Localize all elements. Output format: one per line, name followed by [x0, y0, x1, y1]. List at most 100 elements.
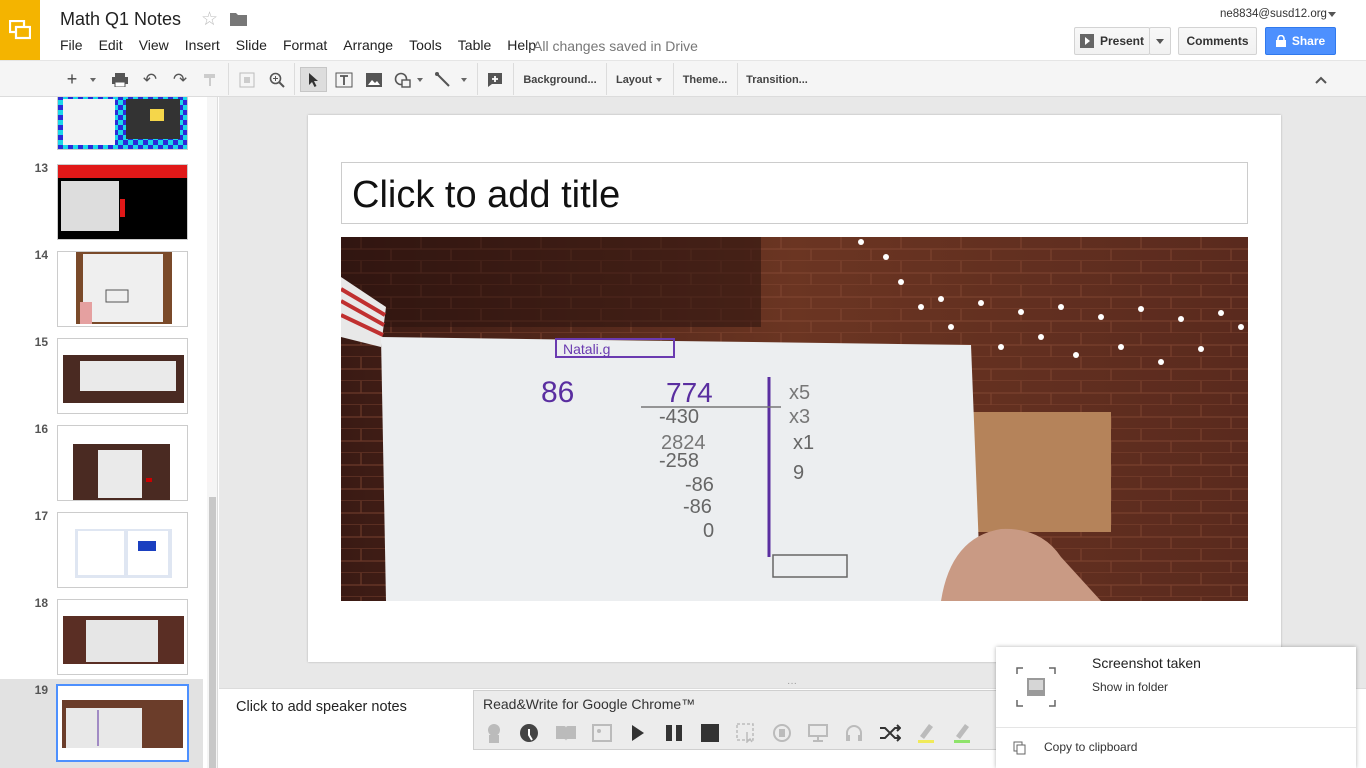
folder-icon[interactable] [230, 12, 247, 26]
picture-dictionary-icon[interactable] [584, 717, 620, 749]
audio-maker-icon[interactable] [764, 717, 800, 749]
account-email[interactable]: ne8834@susd12.org [1220, 8, 1327, 20]
share-label: Share [1291, 34, 1326, 48]
line-caret-icon[interactable] [458, 67, 470, 92]
menu-insert[interactable]: Insert [177, 37, 228, 53]
highlighter-green-icon[interactable] [944, 717, 980, 749]
redo-icon[interactable]: ↷ [168, 67, 192, 92]
notification-divider [996, 727, 1356, 728]
share-button[interactable]: Share [1265, 27, 1336, 55]
stop-icon[interactable] [692, 717, 728, 749]
toolbar-divider [606, 63, 607, 95]
notes-resize-handle[interactable]: ··· [787, 678, 797, 689]
menu-bar: File Edit View Insert Slide Format Arran… [52, 37, 544, 53]
readwrite-tools [476, 717, 996, 749]
present-label: Present [1099, 34, 1145, 48]
photo-divisor: 86 [541, 376, 574, 409]
copy-to-clipboard-button[interactable]: Copy to clipboard [1044, 740, 1137, 754]
menu-format[interactable]: Format [275, 37, 335, 53]
slide-number: 15 [34, 335, 48, 349]
web-search-icon[interactable] [800, 717, 836, 749]
slide-thumbnail-12[interactable] [57, 97, 188, 150]
pause-icon[interactable] [656, 717, 692, 749]
show-in-folder-link[interactable]: Show in folder [1092, 680, 1168, 694]
zoom-fit-icon[interactable] [235, 67, 259, 92]
new-slide-layout-caret-icon[interactable] [86, 67, 100, 92]
zoom-icon[interactable] [265, 67, 289, 92]
title-placeholder[interactable]: Click to add title [341, 162, 1248, 224]
slide-thumbnail-image [58, 165, 187, 239]
speak-icon[interactable] [512, 717, 548, 749]
account-caret-icon[interactable] [1328, 12, 1336, 17]
screenshot-reader-icon[interactable] [728, 717, 764, 749]
highlighter-yellow-icon[interactable] [908, 717, 944, 749]
slide-thumbnail-image [58, 97, 187, 149]
slide-number: 19 [34, 683, 48, 697]
menu-table[interactable]: Table [450, 37, 499, 53]
photo-name-sign: Natali.g [563, 341, 610, 357]
menu-slide[interactable]: Slide [228, 37, 275, 53]
toolbar: + ↶ ↷ Background... Layout Theme... Tran… [0, 60, 1366, 97]
filmstrip-scroll-thumb[interactable] [209, 497, 216, 768]
slide-number: 17 [34, 509, 48, 523]
slide-thumbnail-17[interactable] [57, 512, 188, 588]
slide-thumbnail-19[interactable] [56, 684, 189, 762]
slide-thumbnail-14[interactable] [57, 251, 188, 327]
menu-arrange[interactable]: Arrange [335, 37, 401, 53]
photo-side-note: 9 [793, 462, 804, 484]
slide-number: 14 [34, 248, 48, 262]
slides-app: Math Q1 Notes ☆ File Edit View Insert Sl… [0, 0, 1366, 768]
copy-icon [1013, 741, 1027, 755]
hover-speech-icon[interactable] [476, 717, 512, 749]
slide-filmstrip[interactable]: 13 14 15 16 17 18 19 [0, 97, 218, 768]
slide-number: 13 [34, 161, 48, 175]
present-options-button[interactable] [1149, 27, 1171, 55]
image-icon[interactable] [361, 67, 387, 92]
headphones-icon[interactable] [836, 717, 872, 749]
line-icon[interactable] [431, 67, 455, 92]
slide-thumbnail-18[interactable] [57, 599, 188, 675]
transition-button[interactable]: Transition... [742, 67, 812, 92]
text-box-icon[interactable] [331, 67, 357, 92]
toolbar-divider [737, 63, 738, 95]
print-icon[interactable] [108, 67, 132, 92]
chevron-down-icon [1156, 38, 1164, 44]
insert-comment-icon[interactable] [483, 67, 507, 92]
photo-side-note: x3 [789, 406, 810, 428]
comments-button[interactable]: Comments [1178, 27, 1257, 55]
background-button[interactable]: Background... [518, 67, 602, 92]
slide-number: 18 [34, 596, 48, 610]
photo-side-note: x5 [789, 382, 810, 404]
new-slide-icon[interactable]: + [60, 67, 84, 92]
layout-button[interactable]: Layout [612, 67, 666, 92]
whiteboard-photo: Natali.g 86 774 -430 2824 -258 -86 -86 0… [341, 237, 1248, 601]
theme-button[interactable]: Theme... [678, 67, 732, 92]
slide-thumbnail-16[interactable] [57, 425, 188, 501]
slide-thumbnail-13[interactable] [57, 164, 188, 240]
menu-tools[interactable]: Tools [401, 37, 450, 53]
layout-label: Layout [615, 73, 653, 86]
speaker-notes-placeholder[interactable]: Click to add speaker notes [236, 699, 407, 715]
slide-thumbnail-15[interactable] [57, 338, 188, 414]
toolbar-divider [673, 63, 674, 95]
slide-photo[interactable]: Natali.g 86 774 -430 2824 -258 -86 -86 0… [341, 237, 1248, 601]
slides-logo-icon[interactable] [0, 0, 40, 60]
shuffle-icon[interactable] [872, 717, 908, 749]
save-status[interactable]: All changes saved in Drive [533, 38, 698, 54]
paint-format-icon[interactable] [198, 67, 222, 92]
slide-thumbnail-image [58, 600, 187, 674]
play-icon[interactable] [620, 717, 656, 749]
menu-file[interactable]: File [52, 37, 91, 53]
toolbar-divider [477, 63, 478, 95]
shape-icon[interactable] [391, 67, 415, 92]
shape-caret-icon[interactable] [415, 67, 425, 92]
star-icon[interactable]: ☆ [201, 8, 218, 31]
select-cursor-icon[interactable] [300, 67, 327, 92]
collapse-toolbar-icon[interactable] [1310, 67, 1332, 92]
present-button[interactable]: Present [1074, 27, 1150, 55]
document-title[interactable]: Math Q1 Notes [60, 9, 181, 30]
menu-view[interactable]: View [131, 37, 177, 53]
menu-edit[interactable]: Edit [91, 37, 131, 53]
undo-icon[interactable]: ↶ [138, 67, 162, 92]
dictionary-icon[interactable] [548, 717, 584, 749]
